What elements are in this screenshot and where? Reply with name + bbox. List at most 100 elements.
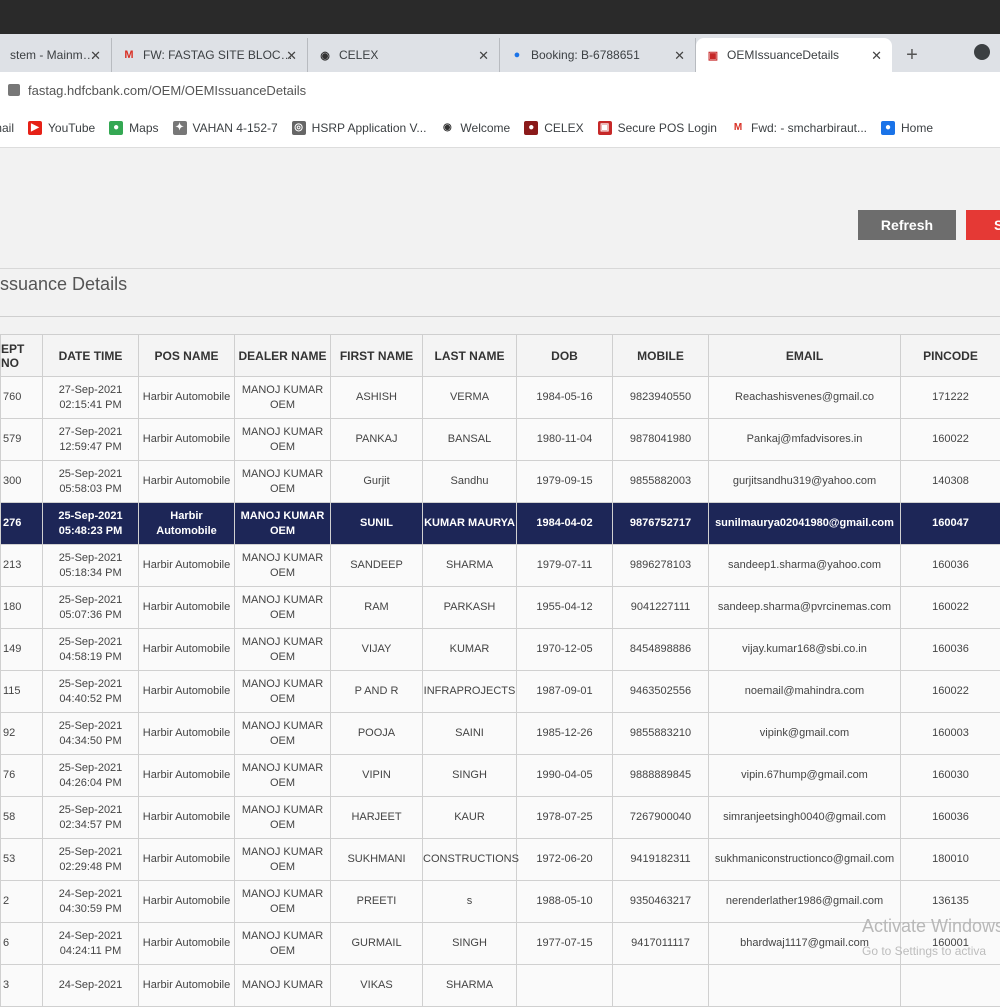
first-name-cell-text: P AND R	[331, 684, 422, 699]
table-row[interactable]: 624-Sep-202104:24:11 PMHarbir Automobile…	[1, 923, 1000, 965]
table-row[interactable]: 224-Sep-202104:30:59 PMHarbir Automobile…	[1, 881, 1000, 923]
first-name-cell-text: SANDEEP	[331, 558, 422, 573]
mobile-cell-text: 9855883210	[613, 726, 708, 741]
browser-tab[interactable]: ◉CELEX✕	[308, 38, 500, 72]
last-name-cell-text: SINGH	[423, 768, 516, 783]
column-header[interactable]: POS NAME	[139, 335, 235, 377]
table-row[interactable]: 27625-Sep-202105:48:23 PMHarbir Automobi…	[1, 503, 1000, 545]
pincode-cell: 160022	[901, 587, 1000, 629]
column-header[interactable]: EPT NO	[1, 335, 43, 377]
email-cell-text: vipink@gmail.com	[709, 726, 900, 741]
browser-tab[interactable]: MFW: FASTAG SITE BLOCKED - sm✕	[112, 38, 308, 72]
address-bar[interactable]: fastag.hdfcbank.com/OEM/OEMIssuanceDetai…	[0, 72, 1000, 108]
mobile-cell-text: 9463502556	[613, 684, 708, 699]
dealer-name-cell: MANOJ KUMAROEM	[235, 377, 331, 419]
bookmark-item[interactable]: ✦VAHAN 4-152-7	[173, 121, 278, 135]
bookmark-item[interactable]: ▣Secure POS Login	[598, 121, 717, 135]
dob-cell-text: 1984-04-02	[517, 516, 612, 531]
table-row[interactable]: 30025-Sep-202105:58:03 PMHarbir Automobi…	[1, 461, 1000, 503]
column-header[interactable]: PINCODE	[901, 335, 1000, 377]
bookmark-label: Fwd: - smcharbiraut...	[751, 121, 867, 135]
table-row[interactable]: 5825-Sep-202102:34:57 PMHarbir Automobil…	[1, 797, 1000, 839]
pos-name-cell-text: Harbir Automobile	[139, 810, 234, 825]
first-name-cell: ASHISH	[331, 377, 423, 419]
dealer-name-cell: MANOJ KUMAROEM	[235, 671, 331, 713]
close-icon[interactable]: ✕	[674, 48, 685, 64]
table-row[interactable]: 7625-Sep-202104:26:04 PMHarbir Automobil…	[1, 755, 1000, 797]
last-name-cell-text: PARKASH	[423, 600, 516, 615]
receipt-cell: 300	[1, 461, 43, 503]
pos-name-cell: Harbir Automobile	[139, 587, 235, 629]
first-name-cell-text: PANKAJ	[331, 432, 422, 447]
first-name-cell: SUNIL	[331, 503, 423, 545]
mobile-cell: 9419182311	[613, 839, 709, 881]
bookmark-item[interactable]: ●CELEX	[524, 121, 583, 135]
mobile-cell: 9417011117	[613, 923, 709, 965]
table-row[interactable]: 14925-Sep-202104:58:19 PMHarbir Automobi…	[1, 629, 1000, 671]
table-row[interactable]: 5325-Sep-202102:29:48 PMHarbir Automobil…	[1, 839, 1000, 881]
divider	[0, 268, 1000, 269]
bookmark-item[interactable]: ◎HSRP Application V...	[292, 121, 427, 135]
table-row[interactable]: 57927-Sep-202112:59:47 PMHarbir Automobi…	[1, 419, 1000, 461]
dob-cell: 1979-09-15	[517, 461, 613, 503]
datetime-cell-text: 25-Sep-2021	[43, 551, 138, 566]
receipt-cell-text: 276	[3, 516, 42, 531]
datetime-cell-text: 25-Sep-2021	[43, 845, 138, 860]
email-cell: sandeep1.sharma@yahoo.com	[709, 545, 901, 587]
last-name-cell: BANSAL	[423, 419, 517, 461]
dealer-name-cell-text: MANOJ KUMAR	[235, 635, 330, 650]
red-action-button[interactable]: S	[966, 210, 1000, 240]
browser-tab[interactable]: ▣OEMIssuanceDetails✕	[696, 38, 892, 72]
bookmark-item[interactable]: mail	[0, 121, 14, 135]
last-name-cell-text: SAINI	[423, 726, 516, 741]
bookmark-item[interactable]: ●Maps	[109, 121, 158, 135]
column-header[interactable]: EMAIL	[709, 335, 901, 377]
pincode-cell-text: 160022	[901, 432, 1000, 447]
close-icon[interactable]: ✕	[478, 48, 489, 64]
refresh-button[interactable]: Refresh	[858, 210, 956, 240]
table-row[interactable]: 11525-Sep-202104:40:52 PMHarbir Automobi…	[1, 671, 1000, 713]
pincode-cell-text: 171222	[901, 390, 1000, 405]
datetime-cell-text: 25-Sep-2021	[43, 635, 138, 650]
table-row[interactable]: 18025-Sep-202105:07:36 PMHarbir Automobi…	[1, 587, 1000, 629]
profile-icon[interactable]	[974, 44, 990, 60]
close-icon[interactable]: ✕	[90, 48, 101, 64]
bookmark-label: Secure POS Login	[618, 121, 717, 135]
column-header[interactable]: DEALER NAME	[235, 335, 331, 377]
pos-name-cell: Harbir Automobile	[139, 797, 235, 839]
bookmark-label: mail	[0, 121, 14, 135]
receipt-cell: 3	[1, 965, 43, 1007]
column-header[interactable]: DOB	[517, 335, 613, 377]
datetime-cell: 25-Sep-202102:29:48 PM	[43, 839, 139, 881]
lock-icon	[8, 84, 20, 96]
pincode-cell: 180010	[901, 839, 1000, 881]
bookmark-item[interactable]: ◉Welcome	[440, 121, 510, 135]
email-cell: noemail@mahindra.com	[709, 671, 901, 713]
dealer-name-cell-subtext: OEM	[235, 692, 330, 707]
table-row[interactable]: 76027-Sep-202102:15:41 PMHarbir Automobi…	[1, 377, 1000, 419]
dob-cell: 1984-04-02	[517, 503, 613, 545]
column-header[interactable]: LAST NAME	[423, 335, 517, 377]
table-row[interactable]: 21325-Sep-202105:18:34 PMHarbir Automobi…	[1, 545, 1000, 587]
column-header[interactable]: DATE TIME	[43, 335, 139, 377]
bookmark-item[interactable]: ▶YouTube	[28, 121, 95, 135]
activate-windows-watermark: Activate Windows	[862, 916, 1000, 937]
bookmark-item[interactable]: MFwd: - smcharbiraut...	[731, 121, 867, 135]
browser-tab[interactable]: stem - Mainmenu✕	[0, 38, 112, 72]
column-header[interactable]: MOBILE	[613, 335, 709, 377]
dealer-name-cell-text: MANOJ KUMAR	[235, 383, 330, 398]
close-icon[interactable]: ✕	[286, 48, 297, 64]
pos-name-cell: Harbir Automobile	[139, 503, 235, 545]
bookmark-item[interactable]: ●Home	[881, 121, 933, 135]
url-text[interactable]: fastag.hdfcbank.com/OEM/OEMIssuanceDetai…	[28, 83, 306, 98]
home-icon: ●	[881, 121, 895, 135]
table-row[interactable]: 9225-Sep-202104:34:50 PMHarbir Automobil…	[1, 713, 1000, 755]
table-row[interactable]: 324-Sep-2021Harbir AutomobileMANOJ KUMAR…	[1, 965, 1000, 1007]
new-tab-button[interactable]: +	[892, 38, 932, 72]
close-icon[interactable]: ✕	[871, 48, 882, 64]
dealer-name-cell-text: MANOJ KUMAR	[235, 677, 330, 692]
browser-tab[interactable]: ●Booking: B-6788651✕	[500, 38, 696, 72]
column-header[interactable]: FIRST NAME	[331, 335, 423, 377]
email-cell-text: sunilmaurya02041980@gmail.com	[709, 516, 900, 531]
tab-title: OEMIssuanceDetails	[727, 48, 839, 62]
